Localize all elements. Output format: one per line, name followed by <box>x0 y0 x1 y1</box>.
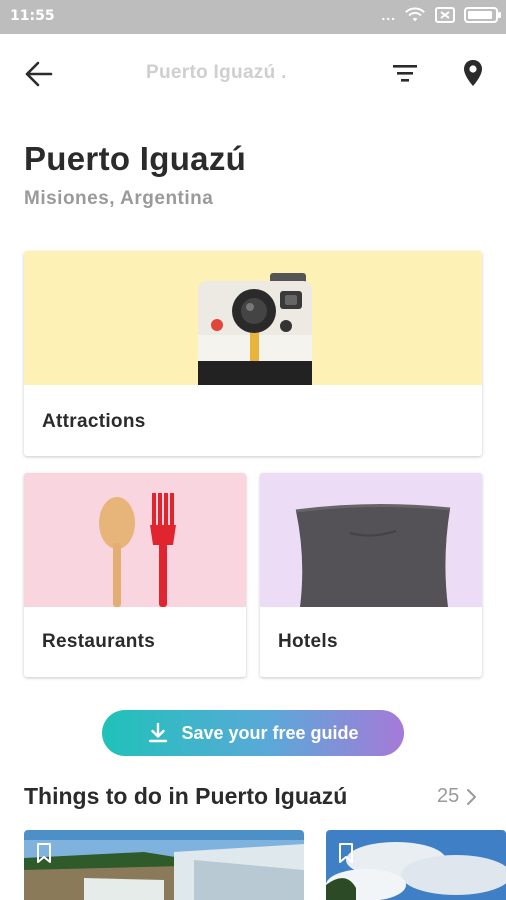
sky-clouds-photo <box>326 830 506 900</box>
attractions-label: Attractions <box>42 411 146 432</box>
status-dots: ... <box>381 7 396 23</box>
attractions-image <box>24 251 482 385</box>
sim-icon <box>435 7 455 23</box>
status-time: 11:55 <box>10 8 55 24</box>
app-bar: Puerto Iguazú . <box>0 34 506 114</box>
location-pin-icon[interactable] <box>460 58 486 88</box>
bookmark-icon[interactable] <box>338 842 354 864</box>
things-to-do-item[interactable] <box>326 830 506 900</box>
spoon-fork-illustration <box>99 493 176 607</box>
save-guide-label: Save your free guide <box>181 722 359 743</box>
restaurants-image <box>24 473 246 607</box>
pillow-illustration <box>295 503 451 607</box>
page-subtitle: Misiones, Argentina <box>24 188 214 209</box>
restaurants-label: Restaurants <box>42 631 156 652</box>
save-guide-button[interactable]: Save your free guide <box>102 710 404 756</box>
app-bar-title: Puerto Iguazú . <box>146 62 287 83</box>
things-to-do-item[interactable] <box>24 830 304 900</box>
page-title: Puerto Iguazú <box>24 140 247 177</box>
instant-camera-illustration <box>198 273 312 385</box>
attractions-card[interactable]: Attractions <box>24 251 482 456</box>
filter-icon[interactable] <box>392 62 418 84</box>
download-icon <box>149 722 168 743</box>
bookmark-icon[interactable] <box>36 842 52 864</box>
status-icons: ... <box>381 6 501 24</box>
battery-icon <box>464 7 501 23</box>
hotels-label: Hotels <box>278 631 338 652</box>
back-arrow-icon[interactable] <box>24 60 54 88</box>
things-to-do-see-all[interactable]: 25 <box>437 785 477 808</box>
things-to-do-count: 25 <box>437 785 460 807</box>
things-to-do-title: Things to do in Puerto Iguazú <box>24 783 348 809</box>
hotels-card[interactable]: Hotels <box>260 473 482 677</box>
restaurants-card[interactable]: Restaurants <box>24 473 246 677</box>
wifi-icon <box>405 7 425 22</box>
hotels-image <box>260 473 482 607</box>
status-bar: 11:55 ... <box>0 0 506 34</box>
waterfall-photo <box>24 830 304 900</box>
chevron-right-icon <box>467 788 477 805</box>
